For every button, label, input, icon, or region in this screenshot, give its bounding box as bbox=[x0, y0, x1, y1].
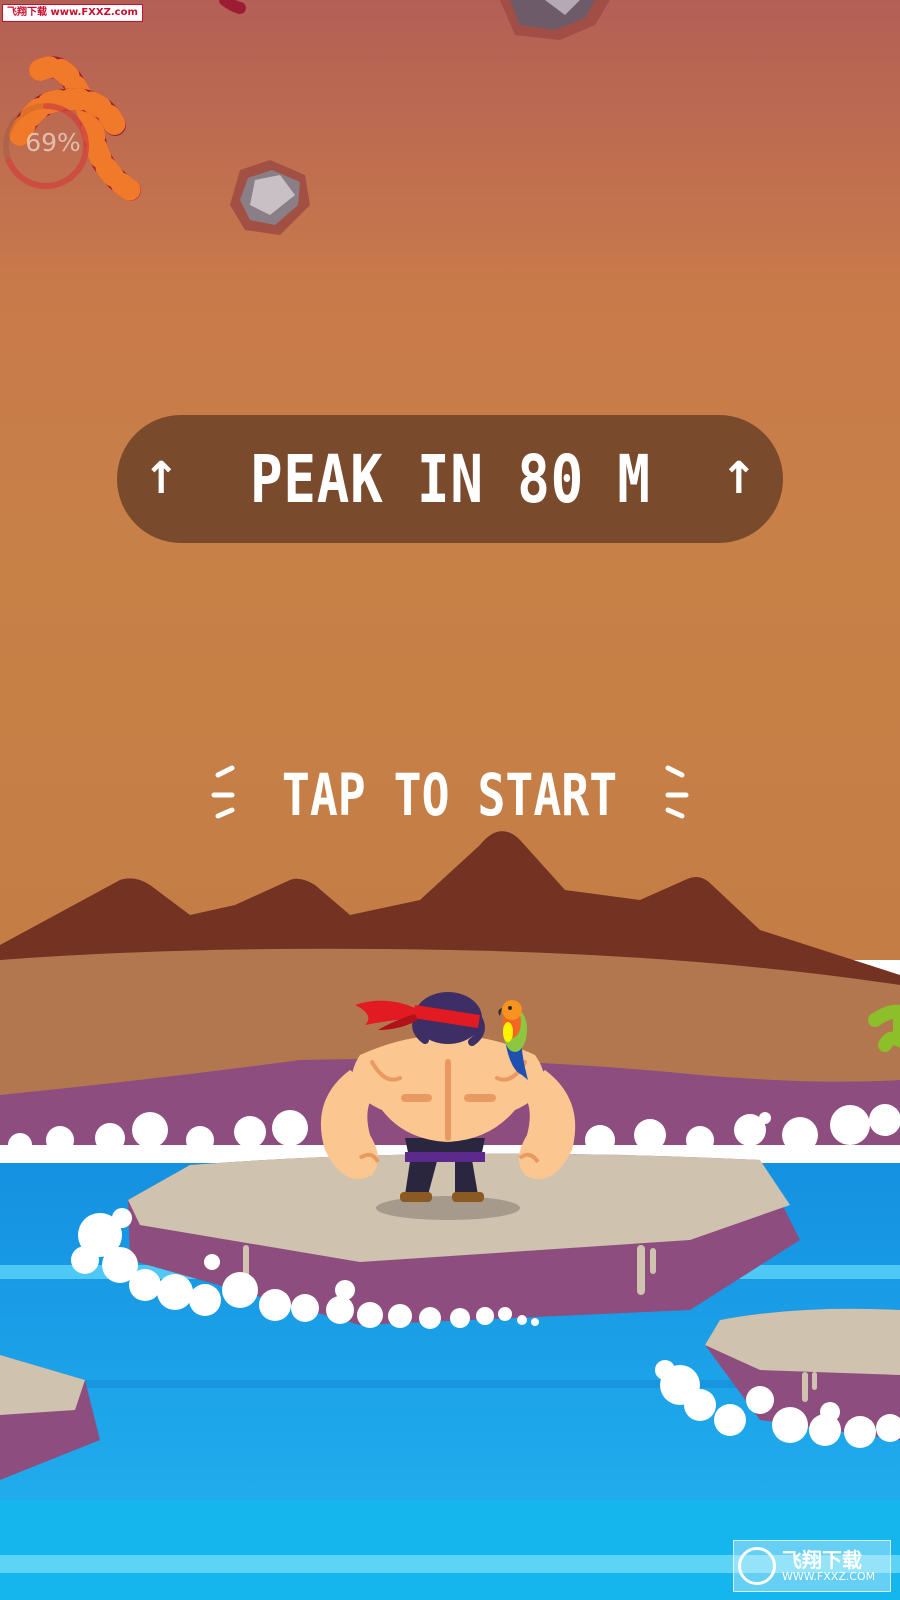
tap-to-start-prompt[interactable]: TAP TO START bbox=[200, 755, 700, 835]
watermark-top: 飞翔下载 www.FXXZ.com bbox=[2, 4, 143, 22]
character-shadow bbox=[376, 1196, 520, 1220]
game-screen[interactable]: 飞翔下载 www.FXXZ.com 69% ↑ PEAK IN 80 M ↑ T… bbox=[0, 0, 900, 1600]
watermark-logo-icon bbox=[738, 1547, 776, 1585]
up-arrow-icon: ↑ bbox=[720, 453, 758, 504]
progress-percent: 69% bbox=[25, 128, 81, 157]
peak-distance-banner: ↑ PEAK IN 80 M ↑ bbox=[117, 415, 783, 543]
candy-cane-icon bbox=[219, 0, 246, 14]
watermark-url: WWW.FXXZ.COM bbox=[782, 1569, 876, 1583]
emphasis-marks-right-icon bbox=[665, 765, 689, 819]
emphasis-marks-left-icon bbox=[211, 765, 235, 819]
watermark-cn: 飞翔下载 bbox=[782, 1547, 862, 1572]
up-arrow-icon: ↑ bbox=[142, 453, 180, 504]
watermark-bottom: 飞翔下载 WWW.FXXZ.COM bbox=[733, 1540, 891, 1592]
peak-distance-text: PEAK IN 80 M bbox=[249, 440, 651, 518]
tap-to-start-text: TAP TO START bbox=[282, 761, 618, 829]
watermark-text: 飞翔下载 WWW.FXXZ.COM bbox=[782, 1547, 876, 1583]
